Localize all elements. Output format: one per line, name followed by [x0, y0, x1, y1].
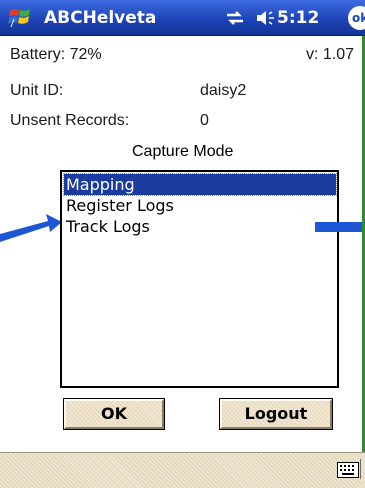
input-panel-arrow-icon[interactable] — [360, 459, 365, 479]
list-item-register-logs[interactable]: Register Logs — [64, 195, 174, 216]
list-item-mapping[interactable]: Mapping — [63, 173, 337, 196]
capture-mode-label: Capture Mode — [132, 143, 234, 160]
unsent-records-value: 0 — [200, 112, 209, 129]
windows-flag-icon[interactable] — [8, 5, 32, 29]
app-title: ABCHelveta — [44, 8, 157, 28]
list-item-track-logs[interactable]: Track Logs — [64, 216, 150, 237]
connectivity-icon[interactable] — [224, 10, 246, 26]
unsent-records-label: Unsent Records: — [10, 112, 130, 129]
version-label: v: 1.07 — [306, 46, 355, 63]
keyboard-icon[interactable] — [337, 462, 359, 478]
unit-id-label: Unit ID: — [10, 82, 64, 99]
bottom-menu-bar — [0, 452, 365, 488]
capture-mode-list[interactable]: Mapping Register Logs Track Logs — [60, 170, 339, 388]
unit-id-value: daisy2 — [200, 82, 247, 99]
battery-status: Battery: 72% — [10, 46, 102, 63]
title-bar: ABCHelveta 5:12 ok — [0, 0, 365, 36]
clock-time[interactable]: 5:12 — [277, 8, 319, 28]
annotation-arrow-right — [315, 222, 365, 232]
ok-button[interactable]: OK — [63, 398, 165, 430]
ok-close-button[interactable]: ok — [348, 6, 365, 30]
logout-button[interactable]: Logout — [219, 398, 333, 430]
annotation-arrow-left — [0, 214, 62, 242]
speaker-icon[interactable] — [256, 9, 276, 27]
